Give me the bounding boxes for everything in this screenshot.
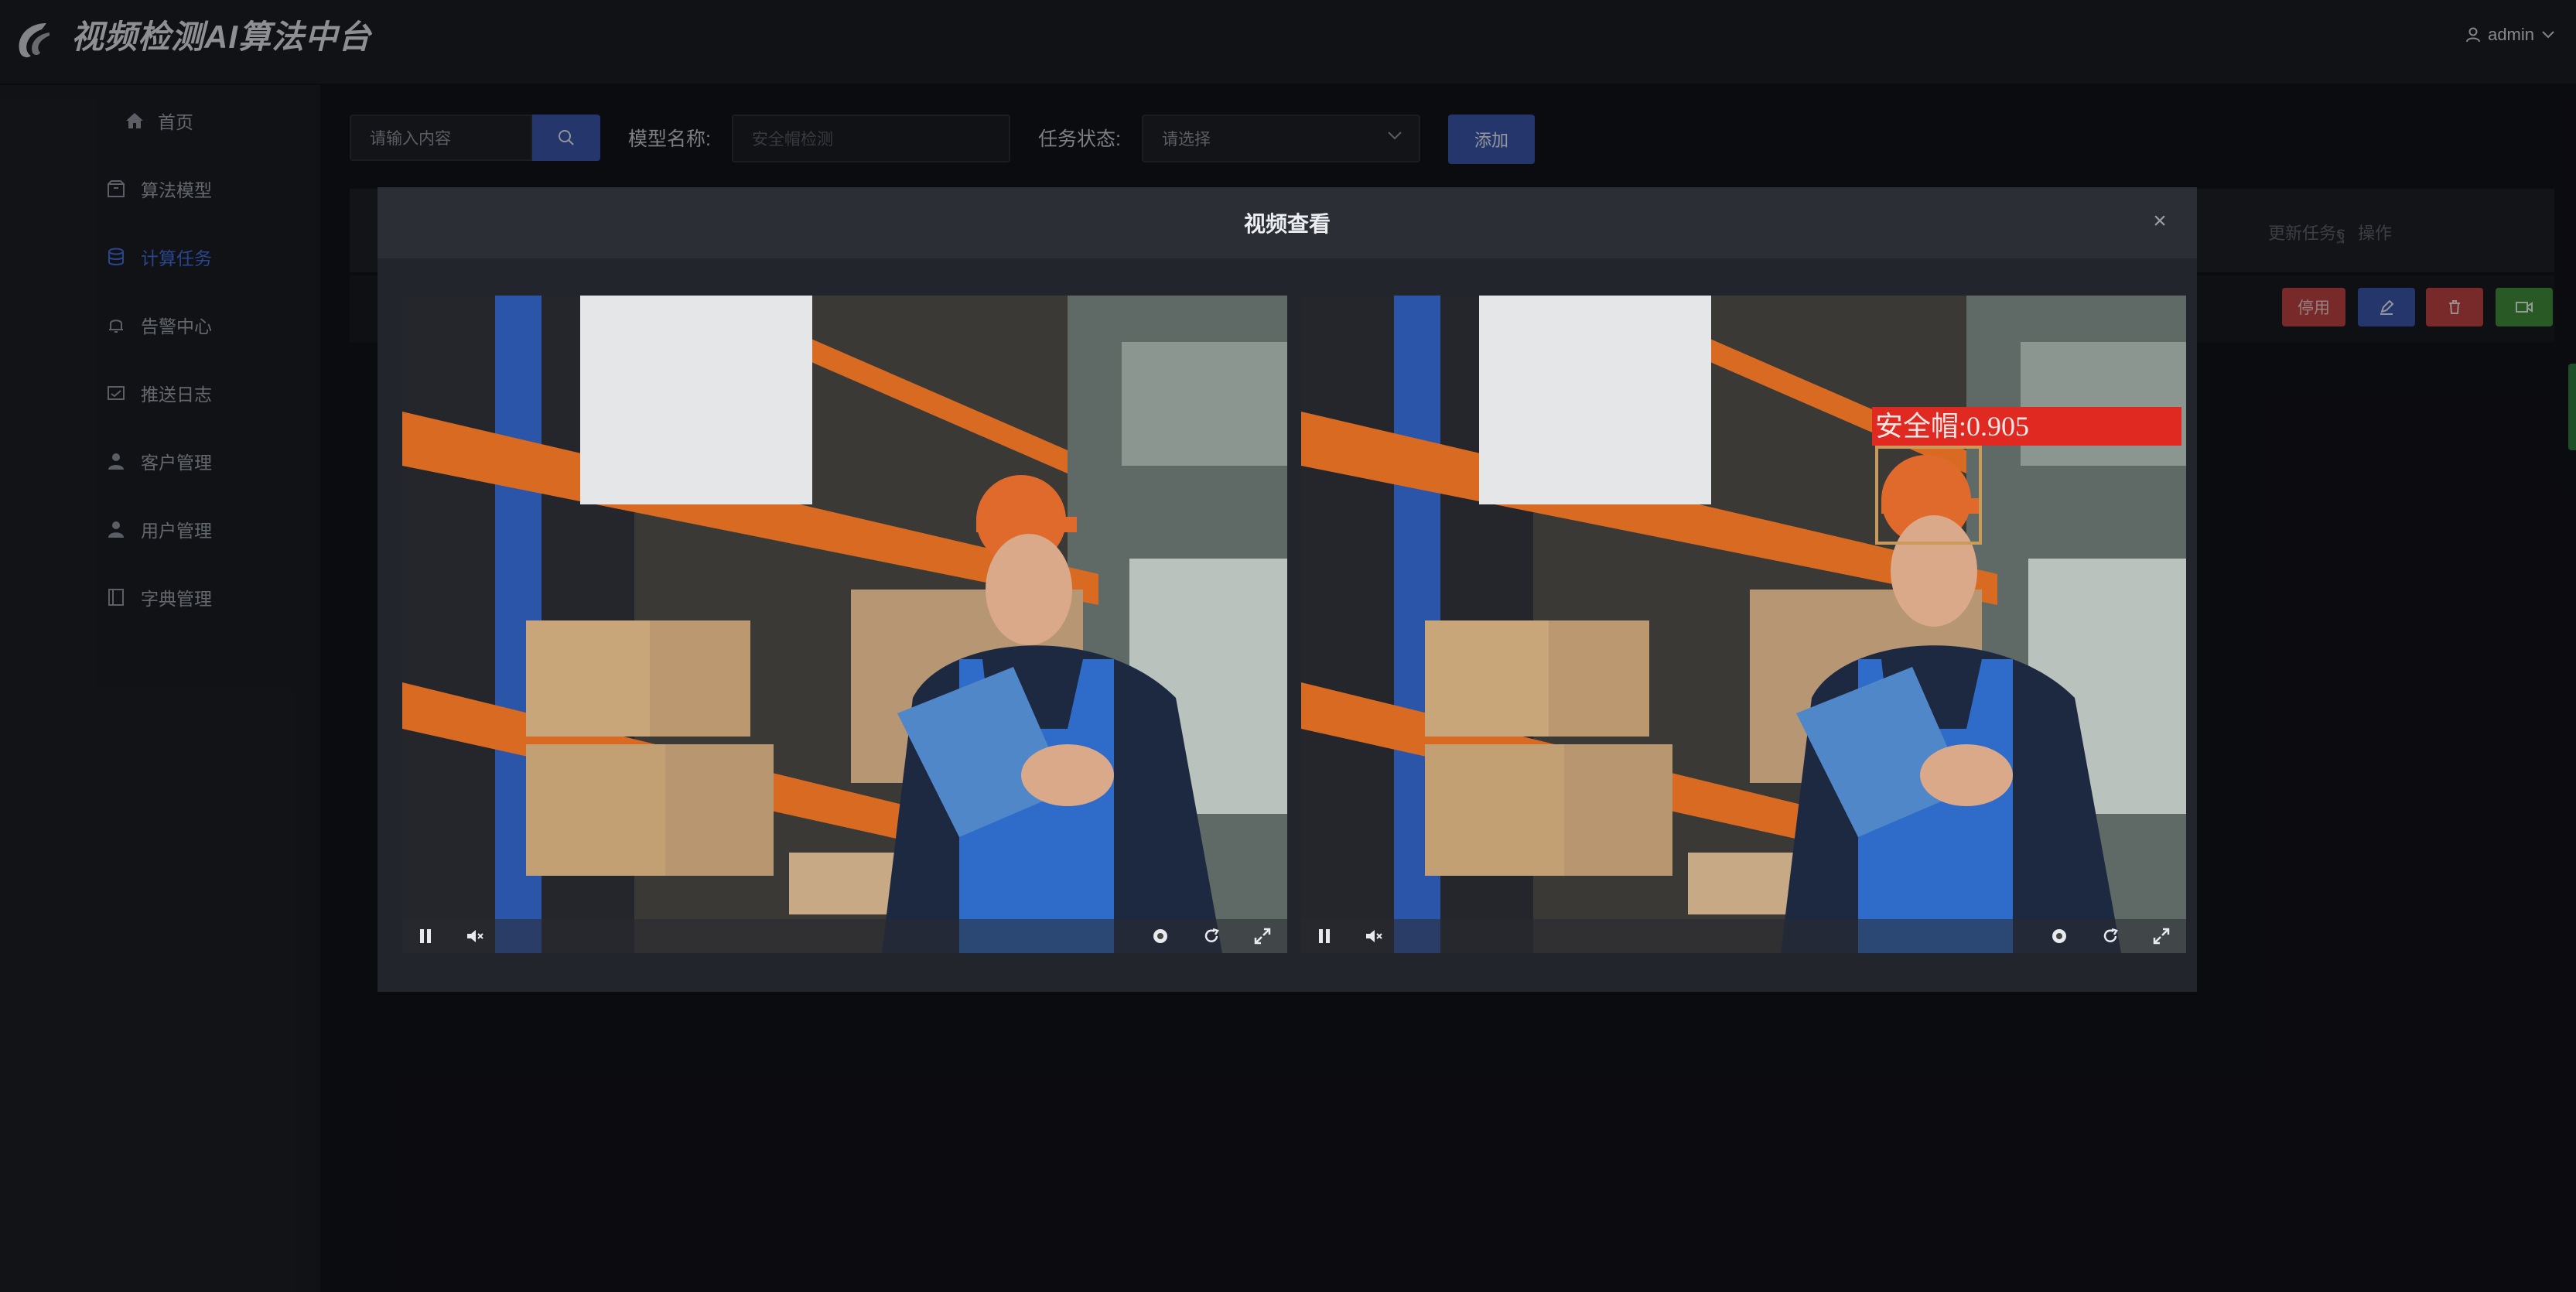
- original-video-player[interactable]: [402, 296, 1287, 953]
- detection-bounding-box: [1875, 446, 1982, 545]
- video-controls: [402, 919, 1287, 953]
- fullscreen-icon[interactable]: [1252, 925, 1273, 947]
- detection-video-player[interactable]: 安全帽:0.905: [1301, 296, 2186, 953]
- video-view-dialog: 视频查看 × 安全帽:0.905: [378, 187, 2197, 992]
- video-frame: [1301, 296, 2186, 953]
- fullscreen-icon[interactable]: [2151, 925, 2172, 947]
- video-frame: [402, 296, 1287, 953]
- screenshot-icon[interactable]: [1150, 925, 1171, 947]
- mute-icon[interactable]: [1363, 925, 1385, 947]
- video-controls: [1301, 919, 2186, 953]
- close-icon[interactable]: ×: [2146, 207, 2174, 235]
- pause-icon[interactable]: [415, 925, 436, 947]
- mute-icon[interactable]: [464, 925, 486, 947]
- detection-label: 安全帽:0.905: [1872, 407, 2181, 446]
- refresh-icon[interactable]: [2099, 925, 2121, 947]
- pause-icon[interactable]: [1314, 925, 1335, 947]
- refresh-icon[interactable]: [1201, 925, 1222, 947]
- screenshot-icon[interactable]: [2048, 925, 2070, 947]
- dialog-title: 视频查看: [1243, 212, 1331, 236]
